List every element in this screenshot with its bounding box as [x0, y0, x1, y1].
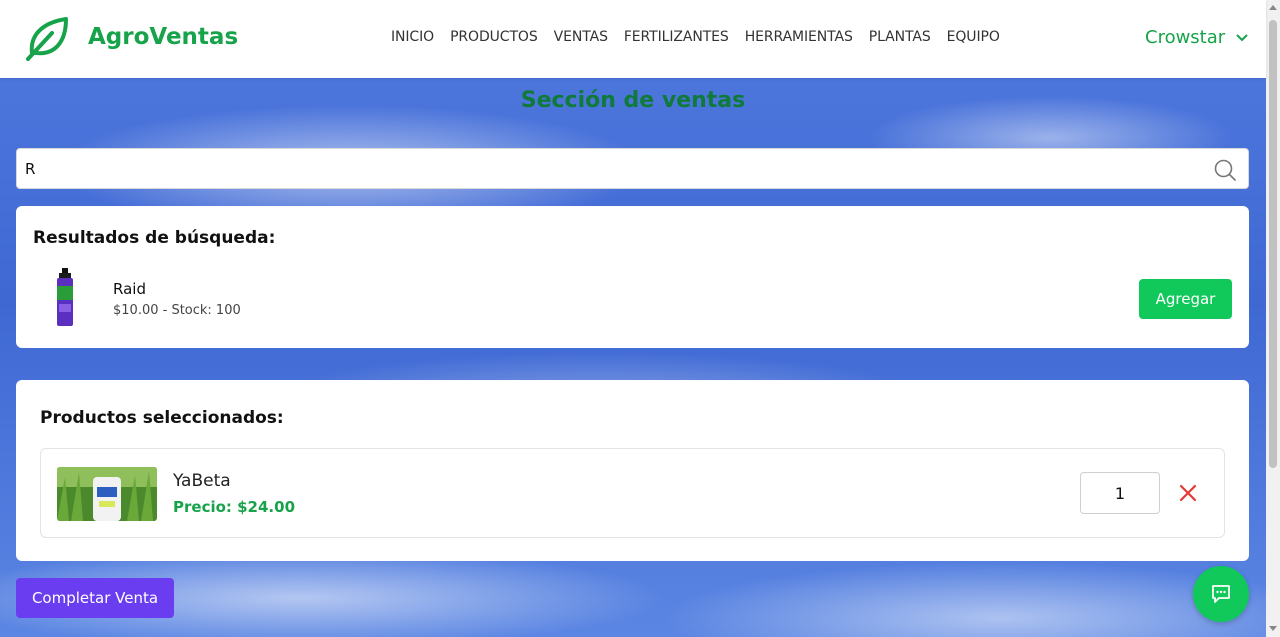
chat-icon: [1212, 585, 1230, 603]
nav-item-productos[interactable]: PRODUCTOS: [450, 29, 538, 45]
top-navbar: AgroVentas INICIO PRODUCTOS VENTAS FERTI…: [0, 0, 1266, 78]
chevron-down-icon: [1236, 33, 1248, 41]
nav-item-inicio[interactable]: INICIO: [391, 29, 434, 45]
selected-products-card: Productos seleccionados: YaBeta Precio: …: [16, 380, 1249, 561]
nav-item-ventas[interactable]: VENTAS: [554, 29, 608, 45]
scroll-thumb[interactable]: [1269, 20, 1277, 468]
page-scrollbar[interactable]: [1266, 0, 1280, 637]
complete-sale-button[interactable]: Completar Venta: [16, 578, 174, 618]
chat-button[interactable]: [1193, 566, 1249, 622]
nav-item-plantas[interactable]: PLANTAS: [869, 29, 931, 45]
selected-product-price: Precio: $24.00: [173, 498, 296, 516]
quantity-input[interactable]: [1080, 472, 1160, 514]
search-results-card: Resultados de búsqueda: Raid $10.00 - St…: [16, 206, 1249, 348]
selected-title: Productos seleccionados:: [40, 408, 284, 428]
brand-name[interactable]: AgroVentas: [88, 24, 238, 50]
page-title: Sección de ventas: [520, 88, 746, 113]
add-button[interactable]: Agregar: [1139, 279, 1232, 319]
result-product-name: Raid: [113, 280, 146, 298]
raid-product-image: [57, 268, 73, 326]
user-name: Crowstar: [1145, 27, 1226, 48]
selected-product-row: YaBeta Precio: $24.00: [40, 448, 1225, 538]
leaf-logo-icon[interactable]: [24, 15, 70, 61]
nav-item-herramientas[interactable]: HERRAMIENTAS: [745, 29, 853, 45]
results-title: Resultados de búsqueda:: [33, 228, 276, 248]
nav-item-equipo[interactable]: EQUIPO: [947, 29, 1000, 45]
selected-product-name: YaBeta: [173, 471, 231, 491]
search-input[interactable]: [25, 157, 1205, 181]
close-icon[interactable]: [1178, 483, 1198, 503]
search-icon[interactable]: [1214, 159, 1236, 181]
nav-item-fertilizantes[interactable]: FERTILIZANTES: [624, 29, 729, 45]
scroll-up-arrow-icon[interactable]: [1269, 5, 1277, 10]
main-nav: INICIO PRODUCTOS VENTAS FERTILIZANTES HE…: [391, 29, 1016, 45]
scroll-down-arrow-icon[interactable]: [1269, 626, 1277, 631]
user-menu[interactable]: Crowstar: [1145, 27, 1249, 48]
search-bar: [16, 148, 1249, 189]
yabeta-product-image: [57, 467, 157, 521]
result-product-details: $10.00 - Stock: 100: [113, 303, 241, 318]
